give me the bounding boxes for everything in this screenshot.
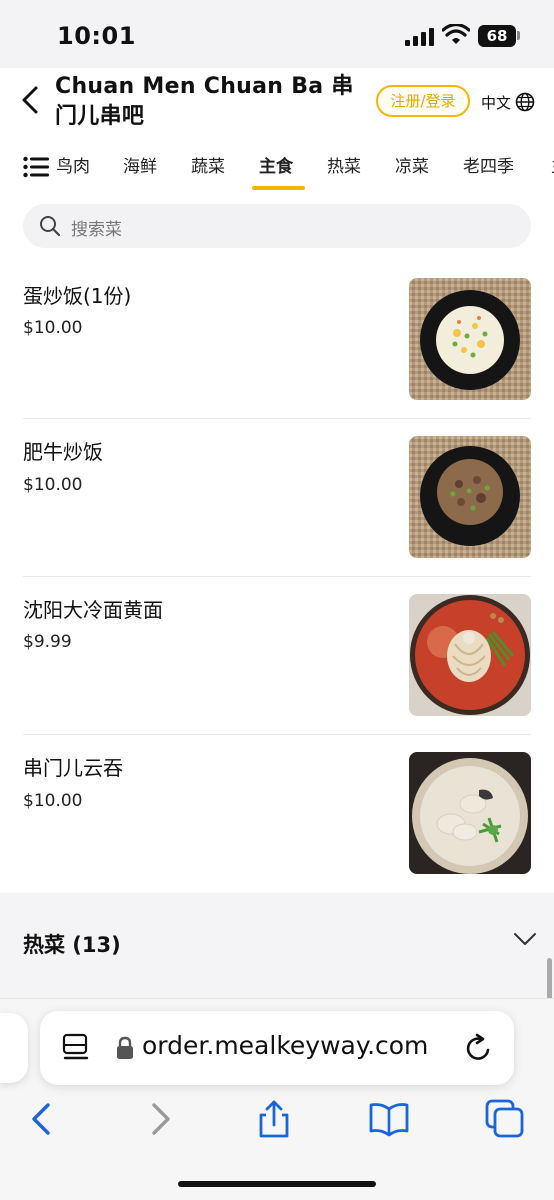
item-name: 串门儿云吞 bbox=[23, 756, 123, 780]
forward-arrow-icon[interactable] bbox=[140, 1099, 180, 1139]
status-bar: 10:01 68 bbox=[0, 0, 554, 68]
item-price: $10.00 bbox=[23, 318, 83, 338]
back-icon[interactable] bbox=[16, 82, 46, 118]
chevron-down-icon[interactable] bbox=[512, 931, 538, 947]
item-price: $9.99 bbox=[23, 632, 72, 652]
menu-item[interactable]: 串门儿云吞 $10.00 bbox=[0, 735, 554, 892]
tabs-icon[interactable] bbox=[485, 1099, 525, 1139]
bookmarks-icon[interactable] bbox=[369, 1099, 409, 1139]
item-name: 蛋炒饭(1份) bbox=[23, 284, 132, 308]
tab-category[interactable]: 海鲜 bbox=[123, 152, 157, 182]
cold-noodles-image bbox=[409, 594, 531, 716]
language-selector[interactable]: 中文 bbox=[481, 90, 535, 114]
item-name: 肥牛炒饭 bbox=[23, 440, 103, 464]
scroll-indicator[interactable] bbox=[547, 958, 552, 1000]
search-area: 搜索菜 bbox=[0, 192, 554, 262]
language-label: 中文 bbox=[481, 93, 512, 112]
category-tabs: 鸟肉 海鲜 蔬菜 主食 热菜 凉菜 老四季 主 bbox=[0, 142, 554, 192]
menu-list-icon[interactable] bbox=[23, 156, 49, 178]
beef-fried-rice-image bbox=[409, 436, 531, 558]
item-price: $10.00 bbox=[23, 475, 83, 495]
menu-item[interactable]: 蛋炒饭(1份) $10.00 bbox=[0, 262, 554, 418]
cellular-signal-icon bbox=[405, 28, 435, 46]
menu-item[interactable]: 肥牛炒饭 $10.00 bbox=[0, 419, 554, 576]
login-register-button[interactable]: 注册/登录 bbox=[376, 85, 470, 117]
store-title: Chuan Men Chuan Ba 串门儿串吧 bbox=[55, 74, 354, 129]
tab-category[interactable]: 鸟肉 bbox=[56, 152, 90, 182]
lock-icon bbox=[117, 1036, 133, 1059]
tab-category[interactable]: 凉菜 bbox=[395, 152, 429, 182]
reader-icon[interactable] bbox=[62, 1033, 90, 1063]
tab-category[interactable]: 热菜 bbox=[327, 152, 361, 182]
globe-icon bbox=[515, 92, 535, 112]
status-time: 10:01 bbox=[57, 22, 136, 50]
section-header-hot-dishes[interactable]: 热菜 (13) bbox=[0, 893, 554, 1001]
back-arrow-icon[interactable] bbox=[22, 1099, 62, 1139]
previous-tab-stub[interactable] bbox=[0, 1013, 28, 1083]
item-price: $10.00 bbox=[23, 791, 83, 811]
wifi-icon bbox=[442, 24, 470, 44]
active-tab-indicator bbox=[252, 186, 305, 190]
tab-category-active[interactable]: 主食 bbox=[259, 152, 293, 182]
browser-toolbar: order.mealkeyway.com bbox=[0, 998, 554, 1200]
share-icon[interactable] bbox=[254, 1099, 294, 1139]
tab-category[interactable]: 老四季 bbox=[463, 152, 514, 182]
battery-tip bbox=[517, 31, 520, 40]
egg-fried-rice-image bbox=[409, 278, 531, 400]
menu-item[interactable]: 沈阳大冷面黄面 $9.99 bbox=[0, 577, 554, 734]
home-indicator bbox=[178, 1181, 376, 1187]
address-bar[interactable]: order.mealkeyway.com bbox=[40, 1011, 514, 1085]
store-header: Chuan Men Chuan Ba 串门儿串吧 注册/登录 中文 bbox=[0, 68, 554, 142]
search-icon bbox=[40, 216, 61, 237]
search-placeholder: 搜索菜 bbox=[71, 220, 122, 240]
search-input[interactable]: 搜索菜 bbox=[23, 204, 531, 248]
item-name: 沈阳大冷面黄面 bbox=[23, 598, 163, 622]
wonton-soup-image bbox=[409, 752, 531, 874]
section-title: 热菜 (13) bbox=[23, 933, 121, 957]
url-text[interactable]: order.mealkeyway.com bbox=[142, 1031, 428, 1060]
tab-category[interactable]: 蔬菜 bbox=[191, 152, 225, 182]
reload-icon[interactable] bbox=[464, 1033, 494, 1063]
battery-icon: 68 bbox=[478, 25, 516, 47]
